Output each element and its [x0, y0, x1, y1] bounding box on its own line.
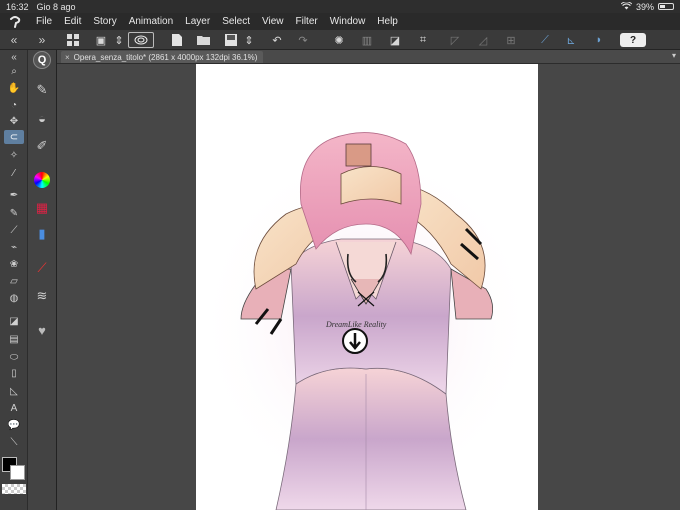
eyedropper-icon[interactable]: ⁄ [4, 166, 24, 180]
correct-line-tool-icon[interactable]: ⟍ [4, 435, 24, 449]
sub-tool-icon[interactable]: ✐ [32, 136, 52, 156]
text-tool-icon[interactable]: A [4, 401, 24, 415]
eraser-tool-icon[interactable]: ▱ [4, 274, 24, 288]
app-window: 16:32 Gio 8 ago 39% File Edit Story Anim… [0, 0, 680, 510]
magic-wand-icon[interactable]: ✧ [4, 148, 24, 162]
background-color-swatch[interactable] [10, 465, 25, 480]
balloon-tool-icon[interactable]: 💬 [4, 418, 24, 432]
transform-icon[interactable]: ▥ [358, 32, 376, 48]
menu-story[interactable]: Story [87, 13, 122, 30]
status-right: 39% [620, 0, 674, 12]
pen-tool-icon[interactable]: ✒ [4, 188, 24, 202]
frame-tool-icon[interactable]: ▯ [4, 366, 24, 380]
stepper-2-icon[interactable]: ⇕ [244, 32, 254, 48]
menu-window[interactable]: Window [324, 13, 372, 30]
perspective-disabled-icon[interactable]: ◿ [474, 32, 492, 48]
tool-palette: « ⌕ ✋ ◔ ✥ ⊂ ✧ ⁄ ✒ ✎ ⟋ ⌁ ❀ ▱ ◍ ◪ ▤ ⬭ ▯ ◺ … [0, 50, 28, 510]
blend-tool-icon[interactable]: ◍ [4, 291, 24, 305]
fill-tool-icon[interactable]: ◪ [4, 314, 24, 328]
collapse-left-icon[interactable]: « [11, 33, 18, 47]
rotate-tool-icon[interactable]: ◔ [4, 98, 24, 112]
companion-icon[interactable]: ▣ [92, 32, 110, 48]
save-icon[interactable] [222, 32, 240, 48]
brush-tool-icon[interactable]: ⟋ [4, 223, 24, 237]
ruler-tool-icon[interactable]: ◺ [4, 384, 24, 398]
toolbar-side-controls: « » [0, 30, 56, 50]
menu-view[interactable]: View [256, 13, 290, 30]
close-tab-icon[interactable]: × [65, 53, 70, 62]
snap-grid-icon[interactable]: ◗ [590, 32, 608, 48]
status-time: 16:32 [6, 1, 29, 12]
tool-property-icon[interactable]: ✎ [32, 80, 52, 100]
ruler-disabled-icon[interactable]: ◸ [446, 32, 464, 48]
document-tab-title: Opera_senza_titolo* (2861 x 4000px 132dp… [73, 52, 258, 62]
battery-icon [658, 3, 674, 10]
spiral-icon[interactable] [128, 32, 154, 48]
brush-size-icon[interactable]: ◒ [32, 108, 52, 128]
snap-special-ruler-icon[interactable]: ⊾ [562, 32, 580, 48]
lasso-tool-icon[interactable]: ⊂ [4, 130, 24, 144]
artboard[interactable]: DreamLike Reality [196, 64, 538, 510]
pencil-tool-icon[interactable]: ✎ [4, 206, 24, 220]
layer-palette-icon[interactable]: ≋ [32, 286, 52, 306]
gradient-tool-icon[interactable]: ▤ [4, 332, 24, 346]
wifi-icon [620, 0, 633, 12]
battery-percent: 39% [635, 1, 654, 12]
expand-right-icon[interactable]: » [39, 33, 46, 47]
color-set-icon[interactable]: ▦ [32, 198, 52, 218]
navigator-icon[interactable]: Q [32, 50, 52, 70]
new-file-icon[interactable] [168, 32, 186, 48]
menu-file[interactable]: File [30, 13, 58, 30]
material-palette-icon[interactable]: ♥ [32, 320, 52, 340]
artwork-illustration: DreamLike Reality [196, 132, 536, 510]
color-wheel-icon[interactable] [32, 170, 52, 190]
menu-edit[interactable]: Edit [58, 13, 87, 30]
palette-bar: Q ✎ ◒ ✐ ▦ ▮ ⟋ ≋ ♥ [28, 50, 57, 510]
artwork-signature: DreamLike Reality [325, 320, 387, 329]
selection-disabled-icon[interactable]: ⊞ [502, 32, 520, 48]
fill-bucket-icon[interactable]: ◪ [386, 32, 404, 48]
zoom-tool-icon[interactable]: ⌕ [4, 64, 24, 78]
decoration-tool-icon[interactable]: ❀ [4, 257, 24, 271]
stepper-icon[interactable]: ⇕ [114, 32, 124, 48]
menu-select[interactable]: Select [216, 13, 256, 30]
open-folder-icon[interactable] [194, 32, 212, 48]
color-wheel-swatch [34, 172, 50, 188]
undo-icon[interactable]: ↶ [268, 32, 286, 48]
help-button[interactable]: ? [620, 33, 646, 47]
menu-help[interactable]: Help [371, 13, 404, 30]
document-tab-bar: × Opera_senza_titolo* (2861 x 4000px 132… [57, 50, 680, 64]
status-date: Gio 8 ago [36, 1, 76, 12]
color-history-icon[interactable]: ⟋ [32, 258, 52, 278]
menu-layer[interactable]: Layer [179, 13, 216, 30]
menu-filter[interactable]: Filter [289, 13, 323, 30]
status-bar: 16:32 Gio 8 ago 39% [0, 0, 680, 13]
airbrush-tool-icon[interactable]: ⌁ [4, 240, 24, 254]
navigator-q-icon: Q [33, 51, 51, 69]
crop-icon[interactable]: ⌗ [414, 32, 432, 48]
clip-studio-logo-icon[interactable] [0, 13, 30, 30]
move-tool-icon[interactable]: ✥ [4, 114, 24, 128]
menu-animation[interactable]: Animation [123, 13, 179, 30]
redo-icon[interactable]: ↷ [294, 32, 312, 48]
intermediate-color-icon[interactable]: ▮ [32, 224, 52, 244]
transparent-color-swatch[interactable] [2, 484, 26, 494]
snap-ruler-icon[interactable]: ⟋ [536, 32, 554, 48]
palette-collapse-icon[interactable]: « [4, 50, 24, 64]
command-bar: « » ▣ ⇕ ⇕ ↶ ↷ ✺ ▥ ◪ ⌗ ◸ ◿ ⊞ ⟋ ⊾ ◗ ? [0, 30, 680, 50]
hand-tool-icon[interactable]: ✋ [4, 81, 24, 95]
shape-tool-icon[interactable]: ⬭ [4, 350, 24, 364]
menu-bar: File Edit Story Animation Layer Select V… [0, 13, 680, 30]
document-tab[interactable]: × Opera_senza_titolo* (2861 x 4000px 132… [61, 51, 264, 63]
loading-icon[interactable]: ✺ [330, 32, 348, 48]
grid-layout-icon[interactable] [64, 32, 82, 48]
canvas-area[interactable]: DreamLike Reality [57, 64, 680, 510]
tab-menu-icon[interactable]: ▾ [672, 51, 676, 60]
